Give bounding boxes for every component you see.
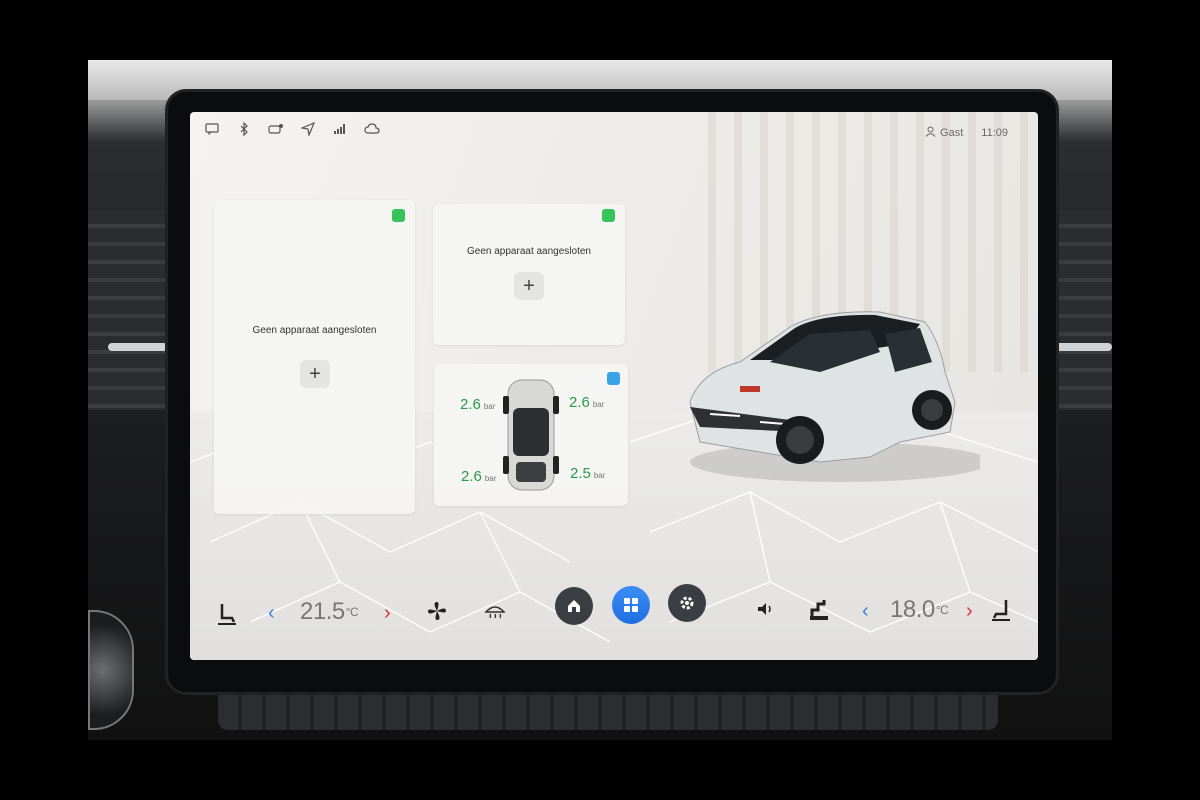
phone-badge-icon bbox=[602, 209, 615, 222]
seat-right-icon bbox=[992, 600, 1010, 621]
user-label: Gast bbox=[940, 127, 964, 139]
status-bar: Gast 11:09 bbox=[190, 112, 1038, 144]
infotainment-screen: Gast 11:09 Geen apparaat aangesloten + G… bbox=[190, 112, 1038, 660]
settings-button[interactable] bbox=[668, 584, 706, 622]
right-seat-heat-button[interactable] bbox=[990, 598, 1012, 622]
rear-defrost-button[interactable] bbox=[484, 602, 506, 620]
media-card-label: Geen apparaat aangesloten bbox=[252, 325, 377, 336]
clock: 11:09 bbox=[981, 127, 1008, 139]
user-icon bbox=[925, 126, 936, 140]
right-temp-decrease-button[interactable]: ‹ bbox=[862, 600, 869, 623]
apps-grid-icon bbox=[624, 598, 638, 612]
media-card[interactable]: Geen apparaat aangesloten + bbox=[214, 200, 415, 514]
vehicle-3d-model[interactable] bbox=[670, 282, 980, 492]
bluetooth-icon[interactable] bbox=[234, 120, 254, 138]
message-icon[interactable] bbox=[202, 120, 222, 138]
volume-button[interactable] bbox=[757, 602, 775, 616]
tire-front-left: 2.6 bar bbox=[460, 396, 496, 413]
signal-icon bbox=[330, 120, 350, 138]
tire-rear-right: 2.5 bar bbox=[570, 465, 606, 482]
vehicle-badge-icon bbox=[607, 372, 620, 385]
left-air-vent bbox=[88, 210, 178, 410]
left-seat-heat-button[interactable] bbox=[216, 602, 238, 626]
navigation-icon[interactable] bbox=[298, 120, 318, 138]
cloud-icon bbox=[362, 120, 382, 138]
fan-icon bbox=[428, 602, 446, 620]
left-temp-display: 21.5 °C bbox=[300, 598, 359, 625]
tire-pressure-card[interactable]: 2.6 bar 2.6 bar 2.6 bar 2.5 bar bbox=[434, 364, 628, 506]
chrome-trim-left bbox=[108, 343, 168, 351]
left-temp-increase-button[interactable]: › bbox=[384, 602, 391, 625]
car-topview-icon bbox=[503, 379, 559, 491]
left-temp-decrease-button[interactable]: ‹ bbox=[268, 602, 275, 625]
add-media-device-button[interactable]: + bbox=[300, 360, 330, 388]
fan-button[interactable] bbox=[426, 600, 448, 622]
home-button[interactable] bbox=[555, 587, 593, 625]
right-temp-display: 18.0 °C bbox=[890, 596, 949, 623]
add-phone-device-button[interactable]: + bbox=[514, 272, 544, 300]
car-connect-icon[interactable] bbox=[266, 120, 286, 138]
carplay-badge-icon bbox=[392, 209, 405, 222]
right-temp-increase-button[interactable]: › bbox=[966, 600, 973, 623]
apps-button[interactable] bbox=[612, 586, 650, 624]
control-knob bbox=[88, 610, 134, 730]
phone-card-label: Geen apparaat aangesloten bbox=[467, 246, 591, 257]
steering-heat-button[interactable] bbox=[808, 598, 830, 622]
phone-card[interactable]: Geen apparaat aangesloten + bbox=[433, 204, 625, 345]
gear-icon bbox=[680, 596, 694, 610]
seat-left-icon bbox=[218, 604, 236, 625]
home-icon bbox=[568, 600, 580, 612]
user-profile[interactable]: Gast bbox=[925, 126, 963, 140]
defrost-icon bbox=[484, 606, 506, 619]
tire-front-right: 2.6 bar bbox=[569, 394, 605, 411]
climate-bar: ‹ 21.5 °C › ‹ 18.0 °C › bbox=[190, 582, 1038, 642]
speaker-icon bbox=[758, 603, 771, 615]
seat-ventilation-icon bbox=[810, 600, 828, 620]
tire-rear-left: 2.6 bar bbox=[461, 468, 497, 485]
